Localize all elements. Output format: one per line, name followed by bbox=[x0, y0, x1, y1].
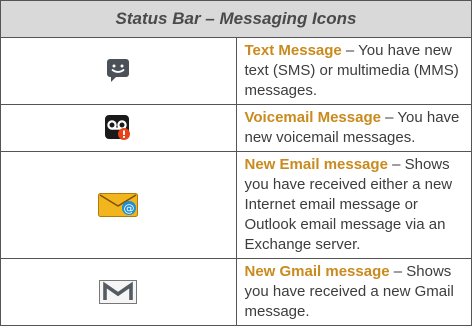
table-header: Status Bar – Messaging Icons bbox=[0, 0, 472, 38]
row-description: Text Message – You have new text (SMS) o… bbox=[235, 37, 472, 105]
table-row: New Gmail message – Shows you have recei… bbox=[0, 258, 472, 326]
messaging-icons-table: Status Bar – Messaging Icons Text Messag… bbox=[0, 0, 472, 326]
row-description: New Email message – Shows you have recei… bbox=[235, 151, 472, 259]
email-icon: @ bbox=[98, 193, 139, 217]
row-title: Text Message bbox=[244, 42, 342, 59]
row-title: New Email message bbox=[244, 156, 388, 173]
row-title: Voicemail Message bbox=[244, 109, 381, 126]
table-row: Voicemail Message – You have new voicema… bbox=[0, 104, 472, 152]
row-title: New Gmail message bbox=[244, 263, 390, 280]
text-message-icon bbox=[107, 59, 130, 83]
table-row: Text Message – You have new text (SMS) o… bbox=[0, 37, 472, 105]
table-row: @ New Email message – Shows you have rec… bbox=[0, 151, 472, 259]
row-description: New Gmail message – Shows you have recei… bbox=[235, 258, 472, 326]
svg-text:@: @ bbox=[124, 202, 135, 215]
voicemail-icon bbox=[104, 114, 132, 142]
row-description: Voicemail Message – You have new voicema… bbox=[235, 104, 472, 152]
gmail-icon bbox=[99, 280, 138, 304]
